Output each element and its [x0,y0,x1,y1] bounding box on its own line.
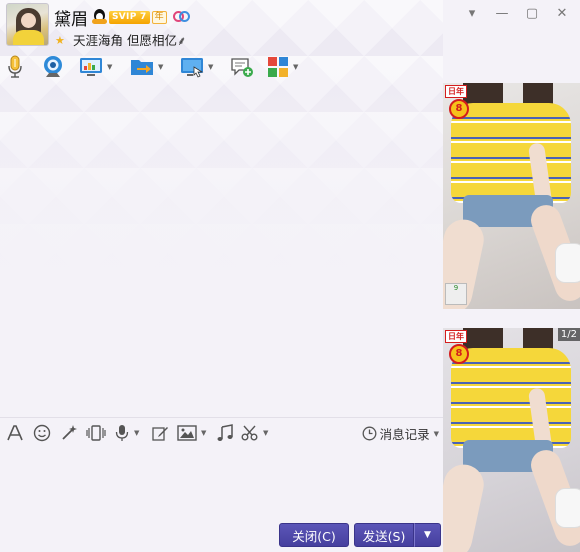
chevron-down-icon[interactable]: ▼ [293,63,298,71]
contact-show-image[interactable]: 日年 8 9 [443,83,580,309]
send-options-button[interactable]: ▼ [414,523,441,547]
personal-signature: 天涯海角 但愿相亿⸙ [73,33,187,48]
mic-icon [115,425,129,441]
edit-icon [152,427,168,441]
chat-add-icon [231,58,253,77]
chevron-down-icon[interactable]: ▼ [134,429,139,437]
screen-chart-icon [80,58,102,76]
dropdown-icon[interactable]: ▾ [464,6,480,22]
chat-header: 黛眉 SVIP 7 年 ★ 天涯海角 但愿相亿⸙ ▾ — ▢ ✕ [0,0,580,52]
star-icon: ★ [55,34,65,47]
remote-assist-button[interactable]: ▼ [79,55,112,79]
chevron-down-icon[interactable]: ▼ [208,63,213,71]
link-icon[interactable] [172,10,191,24]
music-button[interactable] [216,422,234,444]
screen-share-button[interactable]: ▼ [180,55,213,79]
vip-badges[interactable]: SVIP 7 年 [92,9,191,25]
window-controls: ▾ — ▢ ✕ [464,6,570,22]
create-discussion-button[interactable] [230,55,254,79]
send-button[interactable]: 发送(S) [354,523,414,547]
video-call-button[interactable] [42,55,64,79]
vip-stamp: 日年 8 [445,328,475,368]
side-panel: 日年 8 9 日年 8 1/2 [443,83,580,552]
pendant-badge: 9 [445,283,467,305]
font-icon [7,425,23,441]
image-icon [177,425,197,441]
smiley-icon [33,424,51,442]
voice-message-button[interactable]: ▼ [114,422,139,444]
font-button[interactable] [6,422,24,444]
qq-penguin-icon [92,9,107,25]
webcam-icon [44,56,62,77]
maximize-icon[interactable]: ▢ [524,6,540,22]
microphone-icon [8,55,22,78]
message-history-button[interactable]: 消息记录 ▼ [362,424,439,443]
edit-button[interactable] [151,422,169,444]
vip-stamp: 日年 8 [445,83,475,123]
chevron-down-icon[interactable]: ▼ [107,63,112,71]
chevron-down-icon: ▼ [424,530,431,540]
svip-badge[interactable]: SVIP 7 [109,10,150,24]
screenshot-button[interactable]: ▼ [241,422,268,444]
chevron-down-icon[interactable]: ▼ [158,63,163,71]
message-history-area[interactable] [0,84,443,418]
contact-nickname[interactable]: 黛眉 [54,5,88,30]
apps-grid-icon [268,57,288,77]
message-input[interactable] [0,447,443,519]
contact-show-image[interactable]: 日年 8 1/2 [443,328,580,552]
avatar[interactable] [6,3,49,46]
voice-call-button[interactable] [6,55,24,79]
history-label: 消息记录 [379,427,430,442]
folder-arrow-icon [131,60,153,75]
year-badge[interactable]: 年 [151,10,167,24]
shake-icon [86,425,106,441]
chevron-down-icon[interactable]: ▼ [263,429,268,437]
magic-button[interactable] [60,422,78,444]
magic-wand-icon [62,425,77,440]
chevron-down-icon[interactable]: ▼ [201,429,206,437]
page-indicator: 1/2 [557,328,580,341]
chevron-down-icon[interactable]: ▼ [434,430,439,438]
divider [0,417,443,418]
clock-icon [362,426,377,441]
monitor-icon [181,58,204,78]
apps-button[interactable]: ▼ [267,55,298,79]
shake-button[interactable] [86,422,106,444]
emoji-button[interactable] [33,422,51,444]
image-button[interactable]: ▼ [177,422,206,444]
chat-toolbar: ▼ ▼ ▼ ▼ [0,52,443,82]
music-icon [217,424,233,441]
close-button[interactable]: 关闭(C) [279,523,349,547]
send-file-button[interactable]: ▼ [130,55,163,79]
input-toolbar: ▼ ▼ ▼ 消息记录 ▼ [0,420,443,446]
minimize-icon[interactable]: — [494,6,510,22]
close-icon[interactable]: ✕ [554,6,570,22]
scissors-icon [241,425,258,441]
